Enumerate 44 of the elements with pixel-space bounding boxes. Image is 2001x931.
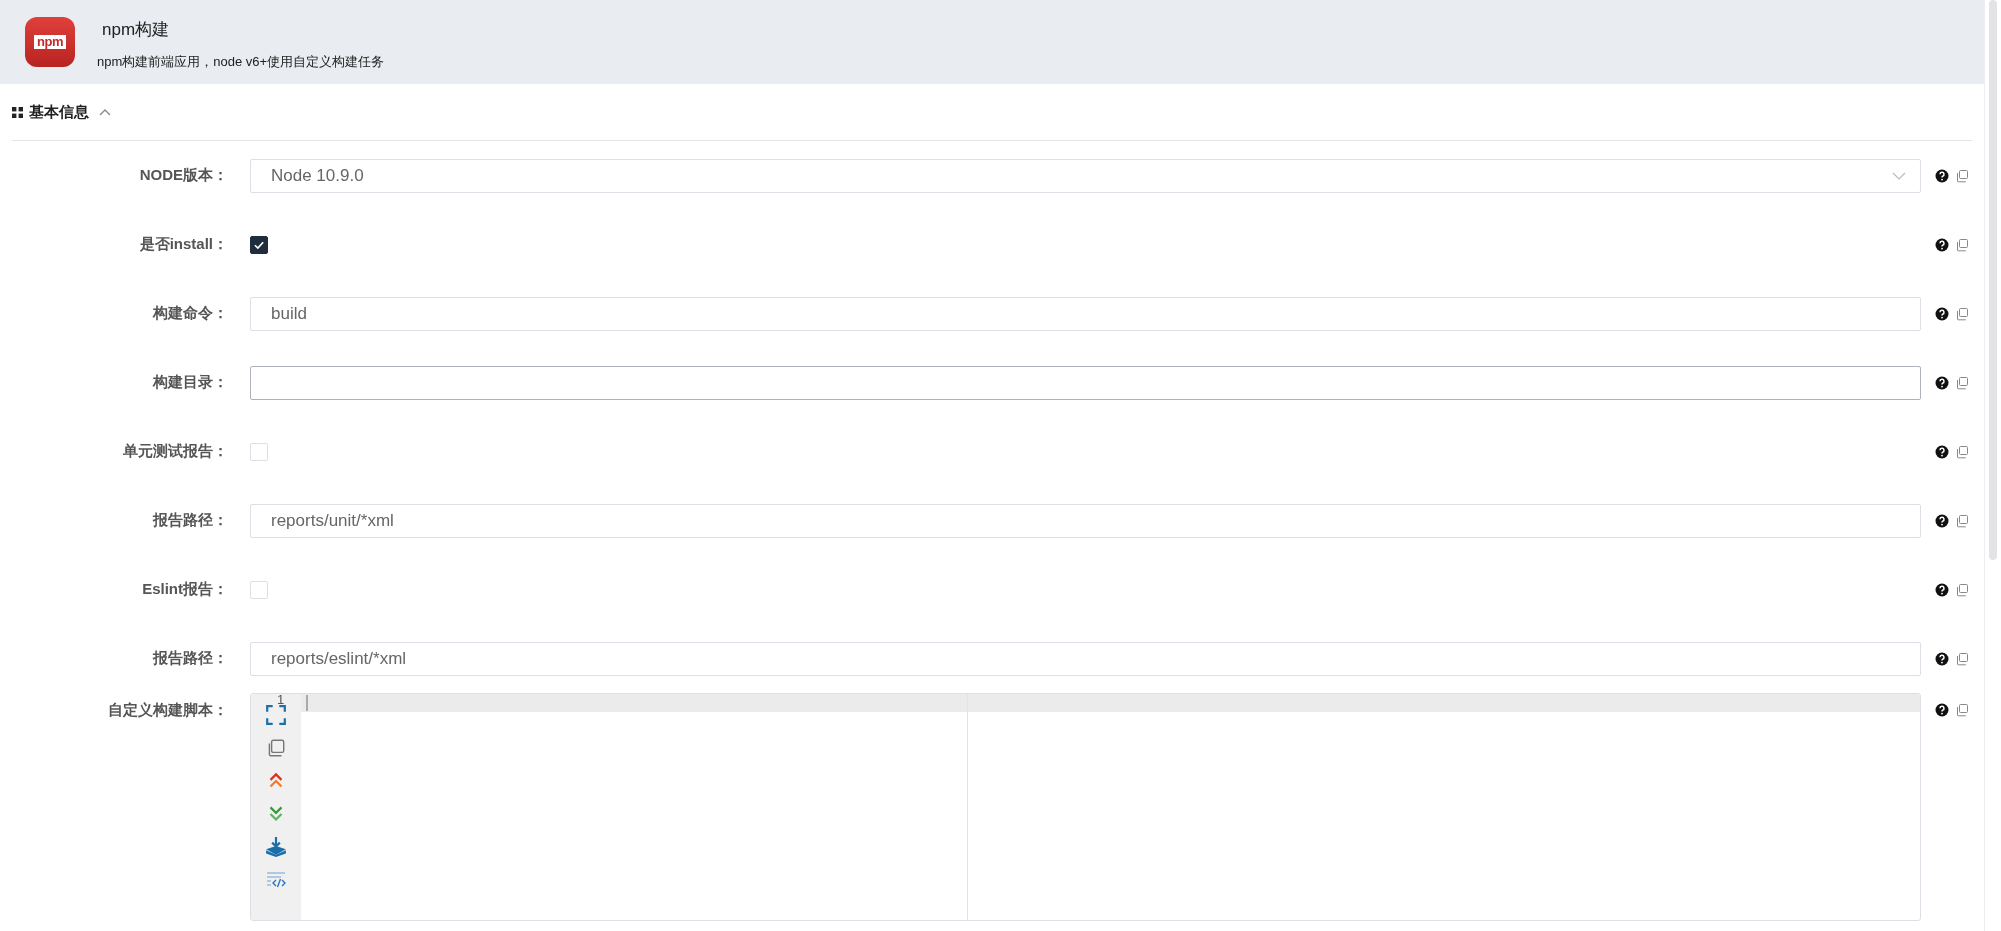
help-icon[interactable]: [1935, 582, 1949, 597]
copy-icon[interactable]: [1955, 703, 1969, 717]
field-label: 报告路径：: [151, 511, 228, 530]
field-label: 报告路径：: [151, 649, 228, 668]
field-label: NODE版本：: [138, 166, 228, 185]
help-icon[interactable]: [1935, 306, 1949, 321]
grid-icon: [12, 106, 23, 118]
field-label: Eslint报告：: [141, 580, 228, 599]
help-icon[interactable]: [1935, 444, 1949, 459]
plugin-title: npm构建: [102, 18, 171, 41]
copy-icon[interactable]: [1955, 306, 1969, 321]
download-tray-icon[interactable]: [265, 836, 287, 858]
help-icon[interactable]: [1935, 375, 1949, 390]
copy-icon[interactable]: [1955, 237, 1969, 252]
text-input-field[interactable]: [250, 365, 1921, 400]
copy-icon[interactable]: [1955, 651, 1969, 666]
checkbox[interactable]: [250, 235, 268, 254]
code-editor[interactable]: 1: [250, 693, 1921, 921]
help-icon[interactable]: [1935, 513, 1949, 528]
copy-icon[interactable]: [1955, 582, 1969, 597]
field-label: 构建命令：: [151, 304, 228, 323]
node-version-select[interactable]: Node 10.9.0: [250, 158, 1921, 193]
field-label: 单元测试报告：: [122, 442, 228, 461]
text-input-field[interactable]: reports/unit/*xml: [250, 503, 1921, 538]
section-title: 基本信息: [29, 102, 89, 122]
field-label: 是否install：: [138, 235, 228, 254]
copy-icon[interactable]: [1955, 444, 1969, 459]
help-icon[interactable]: [1935, 651, 1949, 666]
plugin-description: npm构建前端应用，node v6+使用自定义构建任务: [97, 52, 385, 71]
text-input-field[interactable]: build: [250, 296, 1921, 331]
field-label: 构建目录：: [151, 373, 228, 392]
text-input-field[interactable]: reports/eslint/*xml: [250, 641, 1921, 676]
help-icon[interactable]: [1935, 168, 1949, 183]
collapse-chevron-icon[interactable]: [99, 108, 111, 116]
fullscreen-icon[interactable]: [265, 704, 287, 726]
field-label: 自定义构建脚本：: [107, 701, 228, 720]
dropdown-chevron-icon: [1892, 171, 1906, 180]
help-icon[interactable]: [1935, 237, 1949, 252]
copy-icon[interactable]: [1955, 375, 1969, 390]
copy-icon[interactable]: [1955, 513, 1969, 528]
help-icon[interactable]: [1935, 703, 1949, 717]
npm-logo: npm: [25, 17, 75, 67]
line-number: 1: [277, 694, 285, 707]
copy-icon[interactable]: [1955, 168, 1969, 183]
